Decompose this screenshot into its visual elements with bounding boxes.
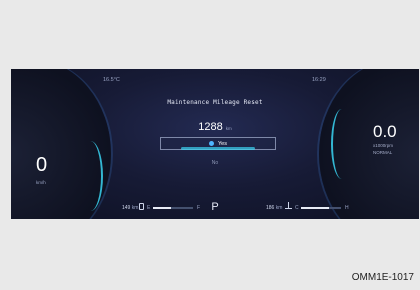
second-range-value: 186	[266, 205, 275, 211]
dialog-title: Maintenance Mileage Reset	[167, 99, 263, 106]
yes-option-label: Yes	[218, 140, 227, 147]
selected-dot-icon	[209, 141, 214, 146]
speed-value: 0	[36, 154, 48, 176]
gear-indicator: P	[211, 201, 219, 213]
temp-cold-label: C	[295, 205, 299, 211]
clock: 16:29	[312, 77, 326, 83]
temperature-gauge-fill	[301, 207, 329, 209]
drive-mode: NORMAL	[373, 150, 393, 155]
outside-temperature: 16.5°C	[103, 77, 120, 83]
temperature-gauge-bar	[301, 207, 341, 209]
mileage-value: 1288	[198, 121, 223, 133]
mileage-readout: 1288 km	[11, 117, 419, 135]
mileage-unit: km	[225, 126, 232, 131]
bottom-status-bar: 149 km E F P 186 km C H	[11, 201, 419, 215]
selection-highlight	[181, 147, 255, 150]
figure-code: OMM1E-1017	[351, 272, 414, 283]
speed-unit: km/h	[36, 180, 46, 185]
yes-option-button[interactable]: Yes	[160, 137, 276, 150]
second-range: 186 km	[266, 205, 282, 211]
no-option-button[interactable]: No	[11, 160, 419, 166]
temp-hot-label: H	[345, 205, 349, 211]
instrument-cluster-display: 16.5°C 16:29 Maintenance Mileage Reset 1…	[11, 69, 419, 219]
rpm-unit: x1000rpm	[373, 143, 394, 148]
coolant-temperature-icon	[285, 202, 292, 210]
second-range-unit: km	[275, 205, 283, 211]
rpm-value: 0.0	[373, 122, 397, 141]
